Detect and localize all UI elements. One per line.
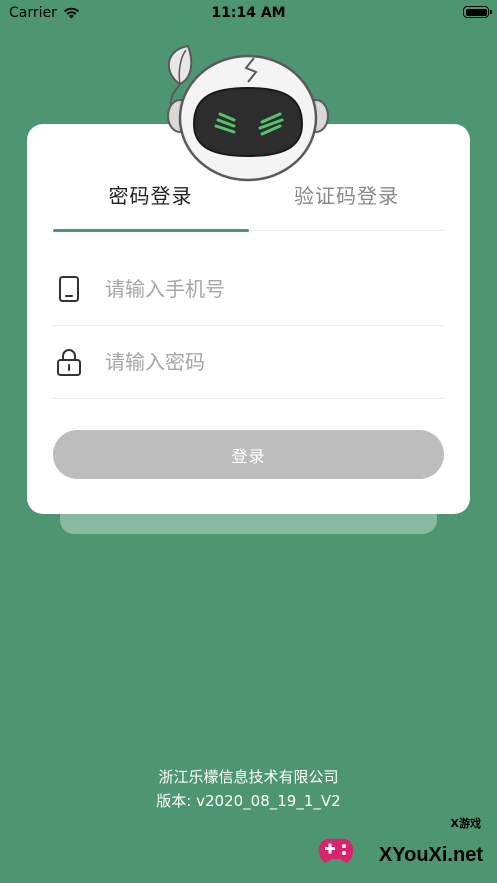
- robot-mascot-icon: [167, 44, 329, 182]
- tab-password-login[interactable]: 密码登录: [53, 180, 248, 209]
- phone-field: [53, 253, 444, 326]
- password-field: [53, 326, 444, 399]
- status-bar: Carrier 11:14 AM: [0, 0, 497, 26]
- phone-outline-icon: [55, 273, 83, 305]
- status-time: 11:14 AM: [211, 5, 286, 21]
- phone-input[interactable]: [103, 276, 407, 302]
- company-name: 浙江乐檬信息技术有限公司: [158, 768, 339, 786]
- active-tab-indicator: [53, 229, 249, 232]
- battery-icon: [463, 6, 492, 18]
- gamepad-logo-icon: [318, 838, 354, 863]
- footer: 浙江乐檬信息技术有限公司 版本: v2020_08_19_1_V2: [0, 765, 497, 813]
- watermark: X游戏 XYouXi.net: [315, 815, 491, 871]
- watermark-text: XYouXi.net: [378, 844, 483, 866]
- tab-code-login[interactable]: 验证码登录: [249, 180, 444, 209]
- password-input[interactable]: [103, 349, 407, 375]
- version-label: 版本: v2020_08_19_1_V2: [156, 792, 341, 810]
- lock-icon: [55, 346, 83, 378]
- watermark-badge: X游戏: [450, 817, 481, 830]
- login-button[interactable]: 登录: [53, 430, 444, 479]
